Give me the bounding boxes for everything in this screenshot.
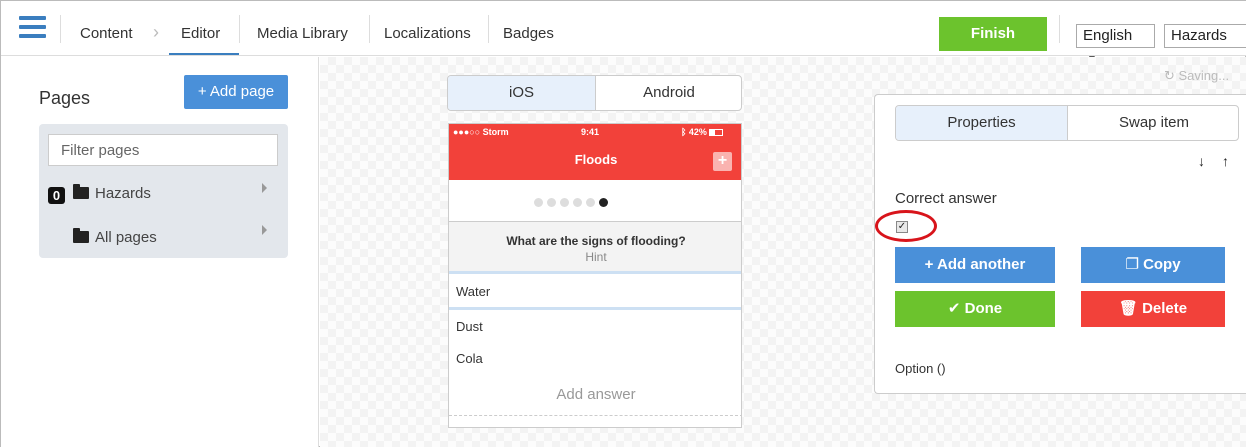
pages-title: Pages bbox=[39, 88, 91, 108]
page-dot bbox=[573, 198, 582, 207]
tree-item-all-pages[interactable]: All pages bbox=[73, 228, 157, 246]
tab-android[interactable]: Android bbox=[596, 76, 741, 110]
page-dot bbox=[560, 198, 569, 207]
screen-title: Floods bbox=[574, 152, 618, 167]
top-navbar: Content › Editor Media Library Localizat… bbox=[1, 1, 1246, 65]
answer-item[interactable]: Water bbox=[449, 275, 741, 310]
tab-ios[interactable]: iOS bbox=[448, 76, 596, 110]
trash-icon: 🗑 bbox=[1118, 300, 1143, 317]
add-icon[interactable]: + bbox=[713, 152, 732, 171]
nav-divider bbox=[369, 15, 370, 43]
delete-button[interactable]: 🗑 Delete bbox=[1081, 291, 1225, 327]
app-select[interactable]: Hazards bbox=[1164, 24, 1246, 48]
answer-item[interactable]: Dust bbox=[449, 310, 741, 343]
menu-icon[interactable] bbox=[9, 16, 57, 42]
add-answer-button[interactable]: Add answer bbox=[449, 374, 741, 416]
tree-item-label: All pages bbox=[95, 229, 157, 246]
app-select-value: Hazards bbox=[1171, 27, 1227, 44]
tab-badges[interactable]: Badges bbox=[503, 25, 554, 42]
filter-pages-input[interactable] bbox=[48, 134, 278, 166]
add-page-button[interactable]: + Add page bbox=[184, 75, 288, 109]
page-indicator bbox=[534, 194, 612, 210]
finish-button[interactable]: Finish bbox=[939, 17, 1047, 51]
folder-icon bbox=[73, 184, 89, 199]
option-label: Option () bbox=[895, 361, 946, 376]
done-button[interactable]: ✔ Done bbox=[895, 291, 1055, 327]
page-dot bbox=[547, 198, 556, 207]
breadcrumb-chevron-icon: › bbox=[153, 22, 159, 42]
bluetooth-icon: ᛒ bbox=[681, 127, 689, 137]
sync-icon: ↻ bbox=[1164, 68, 1179, 83]
page-dot bbox=[586, 198, 595, 207]
battery-label: ᛒ 42% bbox=[681, 127, 724, 137]
page-count-badge: 0 bbox=[48, 187, 65, 204]
active-tab-indicator bbox=[169, 53, 239, 55]
pages-tree: 0 Hazards All pages bbox=[39, 124, 288, 258]
move-down-icon[interactable]: ↓ bbox=[1198, 153, 1205, 169]
expand-caret-icon[interactable] bbox=[262, 183, 267, 193]
properties-panel: Properties Swap item ↓ ↑ Correct answer … bbox=[874, 94, 1246, 394]
language-select-value: English bbox=[1083, 27, 1133, 44]
nav-divider bbox=[239, 15, 240, 43]
breadcrumb-content[interactable]: Content bbox=[80, 25, 133, 42]
platform-toggle: iOS Android bbox=[447, 75, 742, 111]
saving-indicator: ↻ Saving... bbox=[1164, 68, 1230, 83]
nav-divider bbox=[1059, 15, 1060, 43]
carrier-label: ●●●○○ Storm bbox=[453, 127, 509, 137]
language-select[interactable]: English ▼ bbox=[1076, 24, 1155, 65]
annotation-circle bbox=[875, 210, 937, 242]
tree-item-label: Hazards bbox=[95, 185, 151, 202]
clock-label: 9:41 bbox=[581, 127, 600, 137]
properties-toggle: Properties Swap item bbox=[895, 105, 1239, 141]
battery-icon bbox=[709, 129, 724, 136]
tab-media-library[interactable]: Media Library bbox=[257, 25, 348, 42]
page-dot-active bbox=[599, 198, 608, 207]
tab-properties[interactable]: Properties bbox=[896, 106, 1068, 140]
tree-item-hazards[interactable]: 0 Hazards bbox=[48, 184, 151, 204]
breadcrumb-editor[interactable]: Editor bbox=[181, 25, 220, 42]
nav-divider bbox=[488, 15, 489, 43]
copy-button[interactable]: ❐ Copy bbox=[1081, 247, 1225, 283]
pages-panel: Pages + Add page 0 Hazards All pages bbox=[1, 57, 319, 447]
add-another-button[interactable]: + Add another bbox=[895, 247, 1055, 283]
tab-swap-item[interactable]: Swap item bbox=[1068, 106, 1238, 140]
page-dot bbox=[534, 198, 543, 207]
phone-status-bar: ●●●○○ Storm 9:41 ᛒ 42% bbox=[449, 124, 741, 142]
answer-item[interactable]: Cola bbox=[449, 342, 741, 375]
folder-icon bbox=[73, 228, 89, 243]
phone-nav-bar: Floods + bbox=[449, 142, 741, 180]
tab-localizations[interactable]: Localizations bbox=[384, 25, 471, 42]
nav-divider bbox=[60, 15, 61, 43]
question-text: What are the signs of flooding? bbox=[506, 234, 686, 248]
question-block[interactable]: What are the signs of flooding? Hint bbox=[449, 221, 741, 274]
move-up-icon[interactable]: ↑ bbox=[1222, 153, 1229, 169]
hint-text: Hint bbox=[585, 250, 607, 264]
copy-icon: ❐ bbox=[1125, 256, 1144, 273]
expand-caret-icon[interactable] bbox=[262, 225, 267, 235]
phone-preview: ●●●○○ Storm 9:41 ᛒ 42% Floods + What are… bbox=[448, 123, 742, 428]
correct-answer-label: Correct answer bbox=[895, 190, 997, 207]
